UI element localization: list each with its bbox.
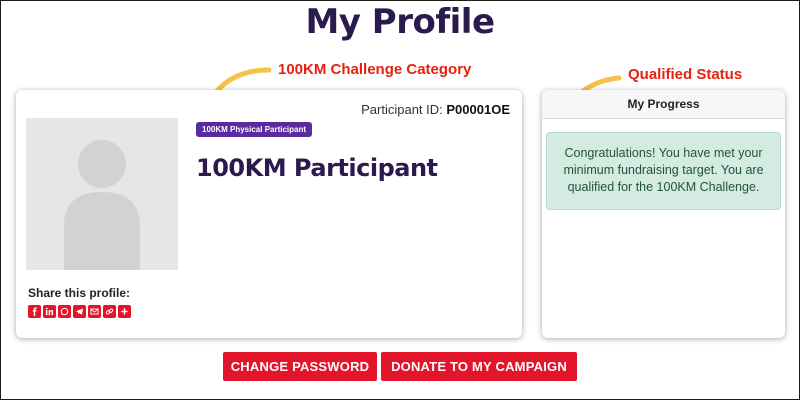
email-icon[interactable]: [88, 305, 101, 318]
copy-link-icon[interactable]: [103, 305, 116, 318]
facebook-icon[interactable]: [28, 305, 41, 318]
more-share-icon[interactable]: [118, 305, 131, 318]
avatar-placeholder: [26, 118, 178, 270]
whatsapp-icon[interactable]: [58, 305, 71, 318]
qualified-status-alert: Congratulations! You have met your minim…: [546, 132, 781, 210]
participant-title: 100KM Participant: [196, 154, 438, 182]
profile-card: Participant ID: P00001OE 100KM Physical …: [16, 90, 522, 338]
participant-id-value: P00001OE: [446, 102, 510, 117]
donate-campaign-button[interactable]: DONATE TO MY CAMPAIGN: [381, 352, 577, 381]
progress-header: My Progress: [542, 90, 785, 119]
telegram-icon[interactable]: [73, 305, 86, 318]
linkedin-icon[interactable]: [43, 305, 56, 318]
annotation-category: 100KM Challenge Category: [278, 61, 472, 78]
share-label: Share this profile:: [28, 286, 131, 300]
category-badge: 100KM Physical Participant: [196, 122, 313, 137]
participant-id-label: Participant ID:: [361, 102, 443, 117]
user-silhouette-icon: [64, 140, 140, 270]
share-buttons: [28, 305, 131, 318]
progress-card: My Progress Congratulations! You have me…: [542, 90, 785, 338]
page-title: My Profile: [305, 2, 495, 42]
annotation-status: Qualified Status: [628, 66, 743, 83]
change-password-button[interactable]: CHANGE PASSWORD: [223, 352, 377, 381]
participant-id: Participant ID: P00001OE: [361, 102, 510, 117]
